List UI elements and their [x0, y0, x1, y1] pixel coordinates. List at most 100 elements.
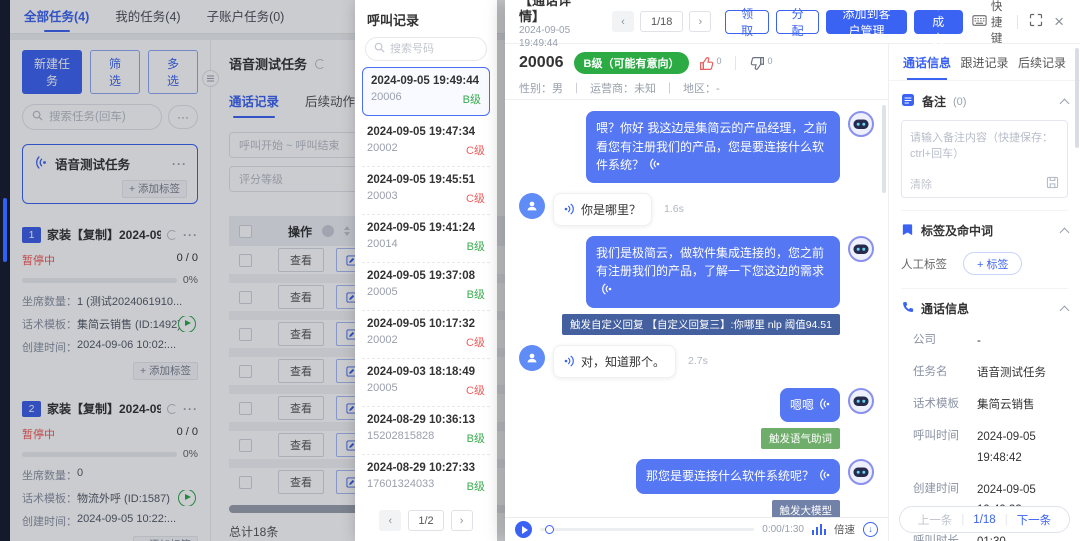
record-time: 2024-09-05 10:17:32 — [367, 318, 476, 330]
chevron-up-icon[interactable] — [1059, 305, 1070, 315]
chevron-up-icon[interactable] — [1059, 227, 1070, 237]
user-message-bubble[interactable]: 你是哪里？ — [553, 192, 653, 226]
field-value: 01:30 — [977, 532, 1006, 541]
record-time: 2024-09-05 19:41:24 — [367, 222, 476, 234]
play-button[interactable] — [515, 521, 532, 538]
bot-message-bubble[interactable]: 我们是极简云，做软件集成连接的，您之前有注册我们的产品，了解一下您这边的需求 — [586, 235, 840, 308]
call-record-item[interactable]: 2024-09-05 10:17:32 20002 C级 — [362, 310, 490, 358]
manual-tag-label: 人工标签 — [901, 258, 947, 271]
left-rail — [0, 0, 10, 541]
audio-progress-slider[interactable] — [540, 524, 755, 534]
detail-tab[interactable]: 后续记录 — [1018, 54, 1066, 80]
call-record-item[interactable]: 2024-09-05 19:49:44 20006 B级 — [362, 67, 490, 116]
tag-icon — [901, 223, 914, 239]
bot-message-bubble[interactable]: 嗯嗯 — [779, 387, 840, 423]
note-editor[interactable]: 清除 — [901, 120, 1068, 198]
download-icon[interactable]: ↓ — [863, 522, 878, 537]
call-record-item[interactable]: 2024-09-05 19:45:51 20003 C级 — [362, 166, 490, 214]
prev-item-button[interactable]: 上一条 — [918, 512, 953, 528]
region-label: 地区：- — [683, 83, 720, 95]
record-number: 17601324033 — [367, 478, 435, 490]
call-record-item[interactable]: 2024-09-03 18:18:49 20005 C级 — [362, 358, 490, 406]
assign-button[interactable]: 分配 — [775, 7, 820, 38]
call-records-drawer: 呼叫记录 2024-09-05 19:49:4420006B级2024-09-0… — [355, 0, 497, 541]
user-message-row: 你是哪里？ 1.6s — [519, 192, 874, 226]
detail-tab[interactable]: 跟进记录 — [960, 54, 1008, 80]
carrier-label: 运营商：未知 — [590, 83, 656, 95]
next-page-button[interactable]: › — [450, 510, 473, 531]
divider — [1017, 14, 1019, 29]
record-number: 15202815828 — [367, 430, 435, 442]
chat-transcript: 喂？你好 我这边是集简云的产品经理，之前看您有注册我们的产品，您是要连接什么软件… — [505, 101, 888, 517]
tags-section-title: 标签及命中词 — [921, 224, 994, 238]
user-message-bubble[interactable]: 对，知道那个。 — [553, 344, 677, 378]
bot-avatar — [848, 459, 874, 486]
call-record-item[interactable]: 2024-08-29 10:27:33 17601324033 B级 — [362, 454, 490, 502]
info-field: 呼叫时间 2024-09-05 19:48:42 — [913, 427, 1056, 467]
record-list: 2024-09-05 19:49:44 20006 B级 2024-09-05 19:… — [355, 67, 497, 502]
call-info-section-title: 通话信息 — [921, 302, 970, 316]
call-record-item[interactable]: 2024-08-29 10:36:13 15202815828 B级 — [362, 406, 490, 454]
trigger-tag: 触发自定义回复 【自定义回复三】:你哪里 nlp 阈值94.51 — [562, 313, 840, 335]
sidebar-scrollbar[interactable] — [1075, 48, 1079, 148]
field-value: 2024-09-05 19:48:42 — [977, 431, 1036, 464]
dialog-header: 【通话详情】 2024-09-05 19:49:44 ‹ 1/18 › 领取 分… — [505, 0, 1080, 49]
call-record-item[interactable]: 2024-09-05 19:37:08 20005 B级 — [362, 262, 490, 310]
shortcut-button[interactable]: 快捷键 — [972, 0, 1007, 46]
call-record-item[interactable]: 2024-09-05 19:47:34 20002 C级 — [362, 119, 490, 166]
prev-record-button[interactable]: ‹ — [611, 11, 634, 32]
bot-message-row: 那您是要连接什么软件系统呢？ — [519, 459, 874, 494]
note-section-title: 备注 — [922, 95, 947, 109]
user-message-row: 对，知道那个。 2.7s — [519, 344, 874, 378]
close-icon[interactable]: × — [1054, 13, 1064, 30]
playback-speed-button[interactable]: 倍速 — [834, 522, 855, 537]
bot-message-bubble[interactable]: 喂？你好 我这边是集简云的产品经理，之前看您有注册我们的产品，您是要连接什么软件… — [586, 111, 840, 183]
record-grade: C级 — [466, 145, 485, 157]
number-search[interactable] — [365, 37, 487, 61]
deal-status-button[interactable]: 未成交 — [913, 0, 963, 46]
drawer-title: 呼叫记录 — [367, 13, 420, 28]
note-textarea[interactable] — [902, 121, 1067, 169]
dislike-button[interactable]: 0 — [750, 56, 772, 71]
slider-knob[interactable] — [545, 524, 554, 534]
expand-icon[interactable] — [1029, 13, 1043, 30]
note-icon — [901, 93, 915, 110]
claim-button[interactable]: 领取 — [725, 7, 769, 38]
rail-scroll-indicator[interactable] — [3, 198, 7, 262]
bot-message-row: 嗯嗯 — [519, 387, 874, 423]
record-time: 2024-09-05 19:37:08 — [367, 270, 476, 282]
audio-time: 0:00/1:30 — [762, 524, 804, 535]
record-grade: C级 — [466, 385, 485, 397]
shortcut-label: 快捷键 — [990, 0, 1003, 45]
next-record-button[interactable]: › — [689, 11, 712, 32]
equalizer-icon[interactable] — [812, 524, 826, 535]
field-label: 呼叫时长 — [913, 534, 959, 541]
detail-tabs: 通话信息 跟进记录 后续记录 — [889, 44, 1080, 81]
add-to-crm-button[interactable]: 添加到客户管理 — [826, 7, 907, 38]
bot-avatar — [848, 387, 874, 414]
record-number: 20005 — [367, 286, 398, 298]
number-search-input[interactable] — [390, 43, 478, 55]
field-label: 任务名 — [913, 366, 948, 379]
field-value: 语音测试任务 — [977, 367, 1046, 380]
user-avatar — [519, 344, 545, 371]
call-record-item[interactable]: 2024-09-05 19:41:24 20014 B级 — [362, 214, 490, 262]
divider — [735, 56, 737, 70]
prev-page-button[interactable]: ‹ — [379, 510, 402, 531]
trigger-tag-row: 触发大模型 — [519, 499, 874, 517]
add-tag-button[interactable]: + 标签 — [963, 252, 1023, 275]
save-icon[interactable] — [1046, 176, 1059, 192]
next-item-button[interactable]: 下一条 — [1017, 512, 1052, 528]
chevron-up-icon[interactable] — [1059, 98, 1070, 108]
info-field: 呼叫时长 01:30 — [913, 532, 1056, 541]
dialog-title: 【通话详情】 — [519, 0, 572, 24]
dislike-count: 0 — [767, 55, 773, 66]
bot-message-bubble[interactable]: 那您是要连接什么软件系统呢？ — [635, 459, 840, 494]
info-field: 话术模板 集简云销售 — [913, 395, 1056, 415]
clear-note-button[interactable]: 清除 — [910, 176, 932, 192]
detail-tab[interactable]: 通话信息 — [903, 54, 951, 80]
like-button[interactable]: 0 — [699, 56, 721, 71]
chat-scrollbar[interactable] — [882, 105, 886, 193]
field-value: - — [977, 335, 981, 347]
phone-number: 20006 — [519, 54, 564, 71]
